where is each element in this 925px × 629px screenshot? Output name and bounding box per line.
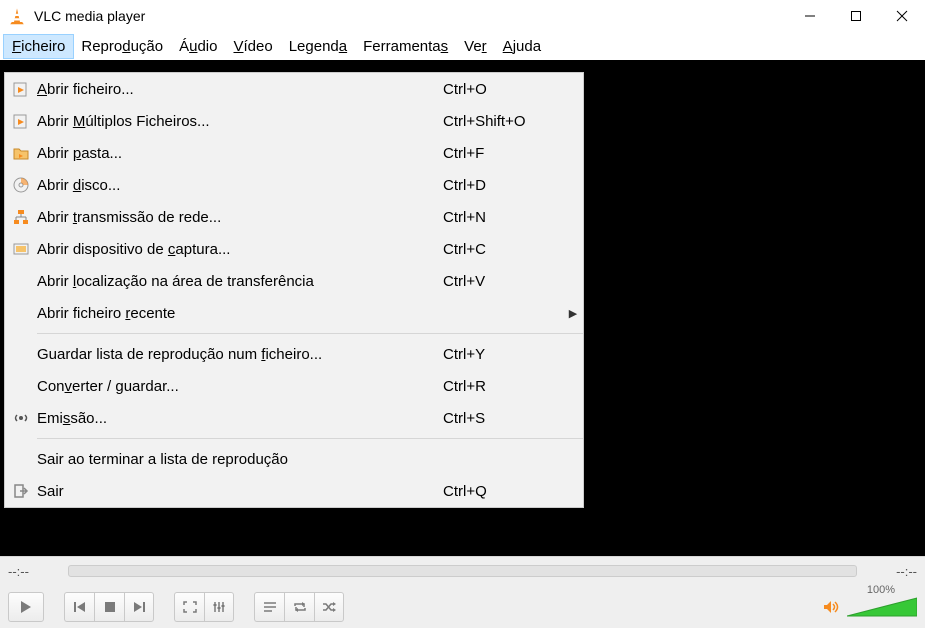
bottom-panel: --:-- --:-- 100% (0, 556, 925, 628)
minimize-button[interactable] (787, 0, 833, 32)
skip-back-icon (73, 601, 87, 613)
menu-item-shortcut: Ctrl+O (443, 81, 563, 98)
menu-item-label: Abrir transmissão de rede... (37, 209, 443, 226)
seek-slider[interactable] (68, 565, 857, 577)
menu-item-sairaoterminaralistadereprod[interactable]: Sair ao terminar a lista de reprodução (5, 443, 583, 475)
shuffle-icon (322, 601, 336, 613)
menu-item-label: Guardar lista de reprodução num ficheiro… (37, 346, 443, 363)
menu-item-shortcut: Ctrl+C (443, 241, 563, 258)
menu-ficheiro[interactable]: Ficheiro (4, 35, 73, 58)
close-button[interactable] (879, 0, 925, 32)
file-menu-dropdown: Abrir ficheiro...Ctrl+OAbrir Múltiplos F… (4, 72, 584, 508)
stop-button[interactable] (94, 592, 124, 622)
menu-item-label: Abrir disco... (37, 177, 443, 194)
menu-ferramentas[interactable]: Ferramentas (355, 35, 456, 58)
menu-item-shortcut: Ctrl+D (443, 177, 563, 194)
volume-slider[interactable] (847, 596, 917, 618)
menu-item-shortcut: Ctrl+Y (443, 346, 563, 363)
menu-item-shortcut: Ctrl+Q (443, 483, 563, 500)
skip-forward-icon (132, 601, 146, 613)
menu-separator (37, 438, 583, 439)
speaker-icon[interactable] (823, 599, 841, 615)
menu-item-abrirlocalizaonareadetransfe[interactable]: Abrir localização na área de transferênc… (5, 265, 583, 297)
stop-icon (104, 601, 116, 613)
menu-item-label: Abrir dispositivo de captura... (37, 241, 443, 258)
maximize-button[interactable] (833, 0, 879, 32)
play-icon (19, 600, 33, 614)
menu-item-shortcut: Ctrl+V (443, 273, 563, 290)
menu-item-label: Abrir Múltiplos Ficheiros... (37, 113, 443, 130)
menu-item-shortcut: Ctrl+Shift+O (443, 113, 563, 130)
fullscreen-button[interactable] (174, 592, 204, 622)
titlebar: VLC media player (0, 0, 925, 32)
menu-item-abrirtransmissoderede[interactable]: Abrir transmissão de rede...Ctrl+N (5, 201, 583, 233)
menu-item-abrirficheiro[interactable]: Abrir ficheiro...Ctrl+O (5, 73, 583, 105)
menu-ajuda[interactable]: Ajuda (495, 35, 549, 58)
menu-vdeo[interactable]: Vídeo (225, 35, 280, 58)
next-button[interactable] (124, 592, 154, 622)
menu-item-label: Abrir ficheiro recente (37, 305, 443, 322)
menu-item-shortcut: Ctrl+N (443, 209, 563, 226)
equalizer-icon (212, 601, 226, 613)
view-group (174, 592, 234, 622)
menu-item-label: Sair ao terminar a lista de reprodução (37, 451, 443, 468)
menu-item-shortcut: Ctrl+S (443, 410, 563, 427)
menu-item-shortcut: Ctrl+F (443, 145, 563, 162)
play-button[interactable] (8, 592, 44, 622)
menu-ver[interactable]: Ver (456, 35, 495, 58)
menubar: FicheiroReproduçãoÁudioVídeoLegendaFerra… (0, 32, 925, 60)
menu-legenda[interactable]: Legenda (281, 35, 355, 58)
ext-settings-button[interactable] (204, 592, 234, 622)
menu-item-converterguardar[interactable]: Converter / guardar...Ctrl+R (5, 370, 583, 402)
elapsed-time[interactable]: --:-- (8, 564, 58, 579)
capture-icon (5, 241, 37, 257)
window-controls (787, 0, 925, 32)
loop-button[interactable] (284, 592, 314, 622)
menu-item-label: Emissão... (37, 410, 443, 427)
playlist-button[interactable] (254, 592, 284, 622)
stream-icon (5, 410, 37, 426)
vlc-cone-icon (8, 7, 26, 25)
skip-group (64, 592, 154, 622)
menu-item-label: Abrir localização na área de transferênc… (37, 273, 443, 290)
controls-bar: 100% (0, 585, 925, 629)
menu-item-label: Sair (37, 483, 443, 500)
menu-item-abrirdisco[interactable]: Abrir disco...Ctrl+D (5, 169, 583, 201)
volume-percent: 100% (867, 584, 895, 596)
disc-icon (5, 177, 37, 193)
window-title: VLC media player (34, 8, 787, 24)
menu-item-abrirpasta[interactable]: Abrir pasta...Ctrl+F (5, 137, 583, 169)
menu-item-shortcut: Ctrl+R (443, 378, 563, 395)
menu-item-label: Converter / guardar... (37, 378, 443, 395)
exit-icon (5, 483, 37, 499)
play-file-icon (5, 81, 37, 97)
menu-udio[interactable]: Áudio (171, 35, 225, 58)
playlist-icon (263, 601, 277, 613)
playlist-group (254, 592, 344, 622)
submenu-arrow-icon: ▶ (563, 307, 583, 320)
loop-icon (293, 601, 307, 613)
menu-item-abrirdispositivodecaptura[interactable]: Abrir dispositivo de captura...Ctrl+C (5, 233, 583, 265)
menu-item-guardarlistadereproduonumfic[interactable]: Guardar lista de reprodução num ficheiro… (5, 338, 583, 370)
menu-reproduo[interactable]: Reprodução (73, 35, 171, 58)
folder-icon (5, 145, 37, 161)
menu-item-label: Abrir ficheiro... (37, 81, 443, 98)
play-file-icon (5, 113, 37, 129)
menu-separator (37, 333, 583, 334)
menu-item-label: Abrir pasta... (37, 145, 443, 162)
menu-item-emisso[interactable]: Emissão...Ctrl+S (5, 402, 583, 434)
menu-item-abrirficheirorecente[interactable]: Abrir ficheiro recente ▶ (5, 297, 583, 329)
previous-button[interactable] (64, 592, 94, 622)
volume-control: 100% (823, 596, 917, 618)
menu-item-abrirmltiplosficheiros[interactable]: Abrir Múltiplos Ficheiros...Ctrl+Shift+O (5, 105, 583, 137)
total-time[interactable]: --:-- (867, 564, 917, 579)
time-bar: --:-- --:-- (0, 557, 925, 585)
shuffle-button[interactable] (314, 592, 344, 622)
menu-item-sair[interactable]: SairCtrl+Q (5, 475, 583, 507)
fullscreen-icon (183, 601, 197, 613)
network-icon (5, 209, 37, 225)
